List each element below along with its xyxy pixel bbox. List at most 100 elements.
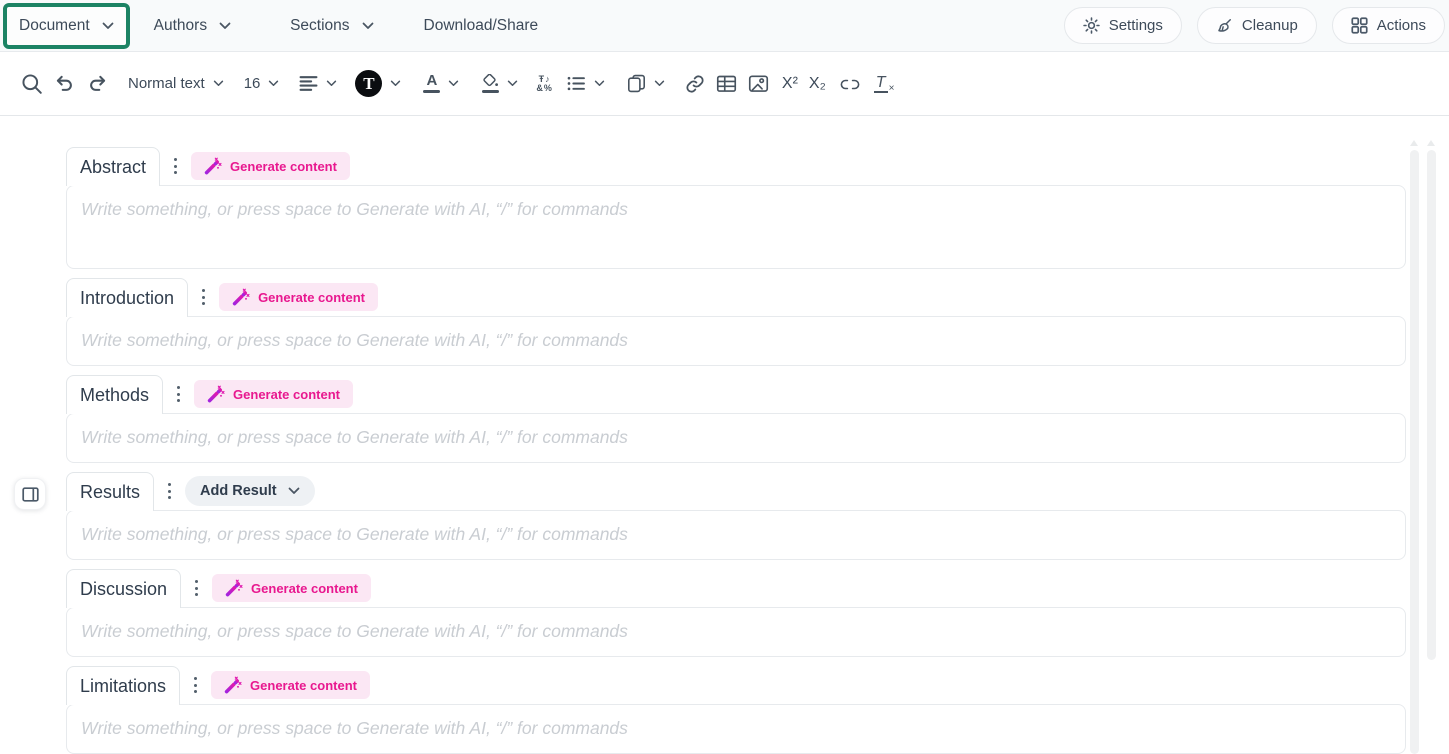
chevron-down-icon <box>268 80 279 87</box>
section-menu-button[interactable] <box>188 278 219 316</box>
fill-color-dropdown[interactable] <box>481 74 518 94</box>
paragraph-style-value: Normal text <box>128 75 205 92</box>
grid-icon <box>1351 17 1368 34</box>
menu-download-share[interactable]: Download/Share <box>412 0 551 51</box>
generate-content-button[interactable]: Generate content <box>191 152 350 180</box>
copy-dropdown[interactable] <box>627 74 665 93</box>
sidebar-toggle-button[interactable] <box>14 478 46 510</box>
chevron-down-icon <box>448 80 459 87</box>
redo-icon[interactable] <box>86 64 109 104</box>
chevron-down-icon <box>213 80 224 87</box>
menu-sections[interactable]: Sections <box>278 0 385 51</box>
align-left-icon <box>299 75 318 92</box>
section-header: Abstract Generate content <box>66 147 1406 185</box>
outer-scrollbar-thumb[interactable] <box>1427 150 1436 660</box>
actions-label: Actions <box>1377 17 1426 34</box>
search-icon[interactable] <box>21 64 43 104</box>
generate-content-label: Generate content <box>251 581 358 596</box>
generate-content-button[interactable]: Generate content <box>212 574 371 602</box>
document-section: Methods Generate content <box>66 375 1406 463</box>
align-dropdown[interactable] <box>299 75 337 92</box>
chevron-down-icon <box>507 80 518 87</box>
inner-scrollbar[interactable] <box>1410 150 1419 754</box>
text-color-dropdown[interactable]: A <box>423 74 459 94</box>
section-menu-button[interactable] <box>154 472 185 510</box>
section-menu-button[interactable] <box>180 666 211 704</box>
table-icon[interactable] <box>716 64 737 104</box>
cleanup-button[interactable]: Cleanup <box>1197 7 1317 44</box>
section-menu-button[interactable] <box>160 147 191 185</box>
top-bar-actions: Settings Cleanup Actions <box>1064 7 1445 44</box>
section-title-tab[interactable]: Discussion <box>66 569 181 608</box>
scroll-up-arrow[interactable] <box>1427 140 1435 146</box>
superscript-icon[interactable]: X² <box>782 64 798 104</box>
chevron-down-icon <box>390 80 401 87</box>
section-menu-button[interactable] <box>163 375 194 413</box>
section-header: Results Add Result <box>66 472 1406 510</box>
special-characters-icon[interactable]: Ŧ♪ &% <box>536 64 553 104</box>
editor-placeholder: Write something, or press space to Gener… <box>81 524 1391 545</box>
section-editor[interactable]: Write something, or press space to Gener… <box>66 510 1406 560</box>
editor-placeholder: Write something, or press space to Gener… <box>81 718 1391 739</box>
formatting-toolbar: Normal text 16 T A Ŧ♪ &% <box>0 52 1449 116</box>
generate-content-button[interactable]: Generate content <box>219 283 378 311</box>
cleanup-label: Cleanup <box>1242 17 1298 34</box>
section-header: Introduction Generate content <box>66 278 1406 316</box>
subscript-icon[interactable]: X₂ <box>809 64 826 104</box>
menu-authors[interactable]: Authors <box>142 0 243 51</box>
section-menu-button[interactable] <box>181 569 212 607</box>
document-section: Discussion Generate content <box>66 569 1406 657</box>
scroll-up-arrow[interactable] <box>1410 140 1418 146</box>
section-title: Abstract <box>80 157 146 178</box>
section-title: Results <box>80 482 140 503</box>
link-icon[interactable] <box>685 64 705 104</box>
actions-button[interactable]: Actions <box>1332 7 1445 44</box>
section-title: Discussion <box>80 579 167 600</box>
editor-placeholder: Write something, or press space to Gener… <box>81 427 1391 448</box>
generate-content-label: Generate content <box>230 159 337 174</box>
section-editor[interactable]: Write something, or press space to Gener… <box>66 185 1406 269</box>
text-color-icon: A <box>423 74 440 94</box>
clear-formatting-icon[interactable]: T× <box>874 64 895 104</box>
chevron-down-icon <box>326 80 337 87</box>
bullet-list-icon <box>566 75 586 92</box>
chevron-down-icon <box>654 80 665 87</box>
copy-icon <box>627 74 646 93</box>
image-icon[interactable] <box>748 64 769 104</box>
section-title-tab[interactable]: Abstract <box>66 147 160 186</box>
section-editor[interactable]: Write something, or press space to Gener… <box>66 316 1406 366</box>
document-section: Limitations Generate content <box>66 666 1406 754</box>
section-title-tab[interactable]: Methods <box>66 375 163 414</box>
section-editor[interactable]: Write something, or press space to Gener… <box>66 413 1406 463</box>
text-style-dropdown[interactable]: T <box>355 70 401 97</box>
horizontal-link-icon[interactable] <box>839 64 861 104</box>
document-section: Introduction Generate content <box>66 278 1406 366</box>
section-title-tab[interactable]: Introduction <box>66 278 188 317</box>
undo-icon[interactable] <box>53 64 76 104</box>
magic-wand-icon <box>232 288 250 306</box>
chevron-down-icon <box>102 22 114 30</box>
section-editor[interactable]: Write something, or press space to Gener… <box>66 607 1406 657</box>
section-title-tab[interactable]: Limitations <box>66 666 180 705</box>
menu-download-share-label: Download/Share <box>424 17 539 35</box>
generate-content-label: Generate content <box>233 387 340 402</box>
generate-content-button[interactable]: Generate content <box>194 380 353 408</box>
section-title: Limitations <box>80 676 166 697</box>
section-editor[interactable]: Write something, or press space to Gener… <box>66 704 1406 754</box>
settings-button[interactable]: Settings <box>1064 7 1182 44</box>
font-size-dropdown[interactable]: 16 <box>244 75 280 92</box>
section-title-tab[interactable]: Results <box>66 472 154 511</box>
generate-content-button[interactable]: Generate content <box>211 671 370 699</box>
section-header: Limitations Generate content <box>66 666 1406 704</box>
paragraph-style-dropdown[interactable]: Normal text <box>128 75 224 92</box>
editor-placeholder: Write something, or press space to Gener… <box>81 330 1391 351</box>
magic-wand-icon <box>204 157 222 175</box>
section-header: Discussion Generate content <box>66 569 1406 607</box>
generate-content-label: Generate content <box>250 678 357 693</box>
add-result-button[interactable]: Add Result <box>185 476 315 506</box>
list-dropdown[interactable] <box>566 75 605 92</box>
chevron-down-icon <box>362 22 374 30</box>
generate-content-label: Generate content <box>258 290 365 305</box>
document-menu-highlight: Document <box>3 3 130 49</box>
menu-document[interactable]: Document <box>19 7 114 45</box>
